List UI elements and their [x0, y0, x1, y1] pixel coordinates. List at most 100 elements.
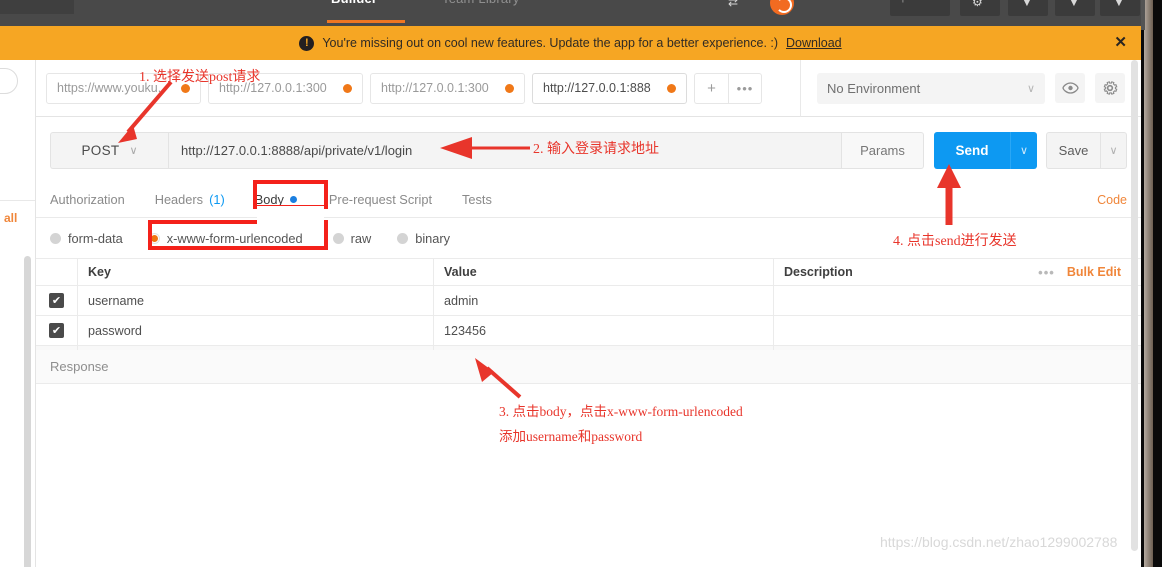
- tab-pre-request-script[interactable]: Pre-request Script: [329, 192, 432, 207]
- maximize-icon: ▼: [1068, 0, 1080, 9]
- request-tab-more-button[interactable]: •••: [728, 72, 762, 104]
- tab-headers[interactable]: Headers (1): [155, 192, 225, 207]
- tab-authorization[interactable]: Authorization: [50, 192, 125, 207]
- request-builder-panel: https://www.youku. http://127.0.0.1:300 …: [36, 60, 1141, 567]
- save-options-caret-icon[interactable]: ∨: [1100, 131, 1127, 169]
- tab-headers-label: Headers: [154, 192, 204, 207]
- radio-x-www-form-urlencoded-icon: [148, 232, 160, 244]
- sidebar-rail: all: [0, 60, 36, 567]
- params-button[interactable]: Params: [842, 131, 924, 169]
- unsaved-dot-icon: [667, 83, 676, 93]
- gear-icon: ⚙: [972, 0, 983, 9]
- tab-body[interactable]: Body: [255, 192, 297, 207]
- request-tab[interactable]: https://www.youku.: [46, 72, 201, 104]
- http-method-select[interactable]: POST ∨: [50, 131, 168, 169]
- minimize-icon: ▼: [1021, 0, 1033, 9]
- request-tab[interactable]: http://127.0.0.1:300: [370, 72, 525, 104]
- row-key[interactable]: username: [78, 286, 434, 315]
- table-more-icon[interactable]: •••: [1038, 265, 1055, 280]
- row-checkbox-cell: ✔: [36, 286, 78, 315]
- sync-arrows-icon[interactable]: ⇄: [728, 0, 738, 9]
- http-method-label: POST: [81, 142, 120, 158]
- request-tab-label: http://127.0.0.1:300: [381, 81, 489, 95]
- radio-x-www-form-urlencoded[interactable]: x-www-form-urlencoded: [148, 230, 303, 246]
- close-window-icon: ▼: [1113, 0, 1125, 9]
- close-notification-icon[interactable]: ✕: [1114, 35, 1127, 50]
- row-value[interactable]: admin: [434, 286, 774, 315]
- environment-quick-look-button[interactable]: [1055, 73, 1085, 103]
- user-name-label: qim: [898, 0, 916, 3]
- new-tab-plus-icon: —+: [6, 0, 37, 6]
- tab-team-library[interactable]: Team Library: [442, 0, 520, 6]
- radio-x-www-form-urlencoded-label: x-www-form-urlencoded: [166, 230, 303, 246]
- url-input-value: http://127.0.0.1:8888/api/private/v1/log…: [181, 142, 413, 158]
- header-description: Description: [784, 265, 853, 279]
- row-key[interactable]: password: [78, 316, 434, 345]
- body-type-radio-group: form-data x-www-form-urlencoded raw bina…: [36, 218, 1141, 258]
- row-value[interactable]: 123456: [434, 316, 774, 345]
- header-description-cell: Description ••• Bulk Edit: [774, 259, 1141, 285]
- row-checkbox[interactable]: ✔: [49, 293, 64, 308]
- send-options-caret-icon[interactable]: ∨: [1010, 131, 1037, 169]
- tab-builder-underline: [327, 20, 405, 23]
- eye-icon: [1061, 82, 1079, 94]
- environment-selected-label: No Environment: [827, 80, 921, 96]
- radio-binary-icon: [397, 232, 409, 244]
- send-button[interactable]: Send: [934, 131, 1010, 169]
- row-description[interactable]: [774, 316, 1141, 345]
- radio-binary[interactable]: binary: [397, 231, 450, 246]
- table-row[interactable]: ✔ password 123456: [36, 316, 1141, 346]
- radio-raw-label: raw: [350, 230, 372, 246]
- tab-tests-label: Tests: [462, 192, 492, 207]
- sync-status-label: IN SYNC: [802, 0, 848, 3]
- code-link[interactable]: Code: [1097, 193, 1127, 207]
- row-description[interactable]: [774, 286, 1141, 315]
- main-scrollbar[interactable]: [1131, 60, 1138, 551]
- exclamation-icon: !: [299, 35, 315, 51]
- chevron-down-icon: ∨: [1026, 82, 1035, 95]
- radio-form-data[interactable]: form-data: [50, 231, 123, 246]
- bulk-edit-link[interactable]: Bulk Edit: [1067, 265, 1121, 279]
- environment-settings-button[interactable]: [1095, 73, 1125, 103]
- notification-text: You're missing out on cool new features.…: [322, 36, 779, 50]
- new-tab-button[interactable]: —+: [0, 0, 74, 14]
- add-request-tab-button[interactable]: +: [694, 72, 728, 104]
- save-button-group: Save ∨: [1046, 131, 1127, 169]
- tab-headers-count: (1): [209, 192, 225, 207]
- header-check-cell: [36, 259, 78, 285]
- radio-raw[interactable]: raw: [332, 230, 372, 246]
- radio-raw-icon: [332, 232, 344, 244]
- window-titlebar: —+ Builder Team Library ⇄ IN SYNC qim ⚙ …: [0, 0, 1141, 26]
- save-button[interactable]: Save: [1046, 131, 1100, 169]
- sidebar-scrollbar[interactable]: [24, 256, 31, 567]
- environment-select[interactable]: No Environment ∨: [817, 72, 1045, 104]
- tab-builder[interactable]: Builder: [331, 0, 377, 6]
- row-checkbox-cell: ✔: [36, 316, 78, 345]
- postman-logo: [770, 0, 794, 15]
- tab-pre-request-script-label: Pre-request Script: [328, 192, 433, 207]
- unsaved-dot-icon: [505, 83, 514, 93]
- header-value: Value: [434, 259, 774, 285]
- row-checkbox[interactable]: ✔: [49, 323, 64, 338]
- response-title: Response: [50, 359, 109, 374]
- update-notification-bar: ! You're missing out on cool new feature…: [0, 26, 1141, 60]
- environment-bar: No Environment ∨: [800, 60, 1141, 117]
- tab-authorization-label: Authorization: [50, 192, 125, 207]
- request-tab[interactable]: http://127.0.0.1:300: [208, 72, 363, 104]
- gear-icon: [1103, 81, 1118, 95]
- window-edge-highlight: [1144, 0, 1153, 567]
- radio-binary-label: binary: [415, 230, 451, 246]
- tab-tests[interactable]: Tests: [462, 192, 492, 207]
- sidebar-search-pill[interactable]: [0, 68, 18, 94]
- url-bar-row: POST ∨ http://127.0.0.1:8888/api/private…: [36, 117, 1141, 183]
- sidebar-filter-all[interactable]: all: [4, 211, 17, 225]
- window-right-edge: [1141, 0, 1162, 567]
- table-row[interactable]: ✔ username admin: [36, 286, 1141, 316]
- request-section-tabs: Authorization Headers (1) Body Pre-reque…: [36, 182, 1141, 218]
- url-input[interactable]: http://127.0.0.1:8888/api/private/v1/log…: [168, 131, 842, 169]
- request-tab-strip: https://www.youku. http://127.0.0.1:300 …: [36, 60, 800, 117]
- request-tab-active[interactable]: http://127.0.0.1:888: [532, 72, 687, 104]
- request-tab-label: http://127.0.0.1:888: [543, 81, 651, 95]
- radio-form-data-icon: [50, 232, 61, 244]
- download-link[interactable]: Download: [786, 36, 842, 50]
